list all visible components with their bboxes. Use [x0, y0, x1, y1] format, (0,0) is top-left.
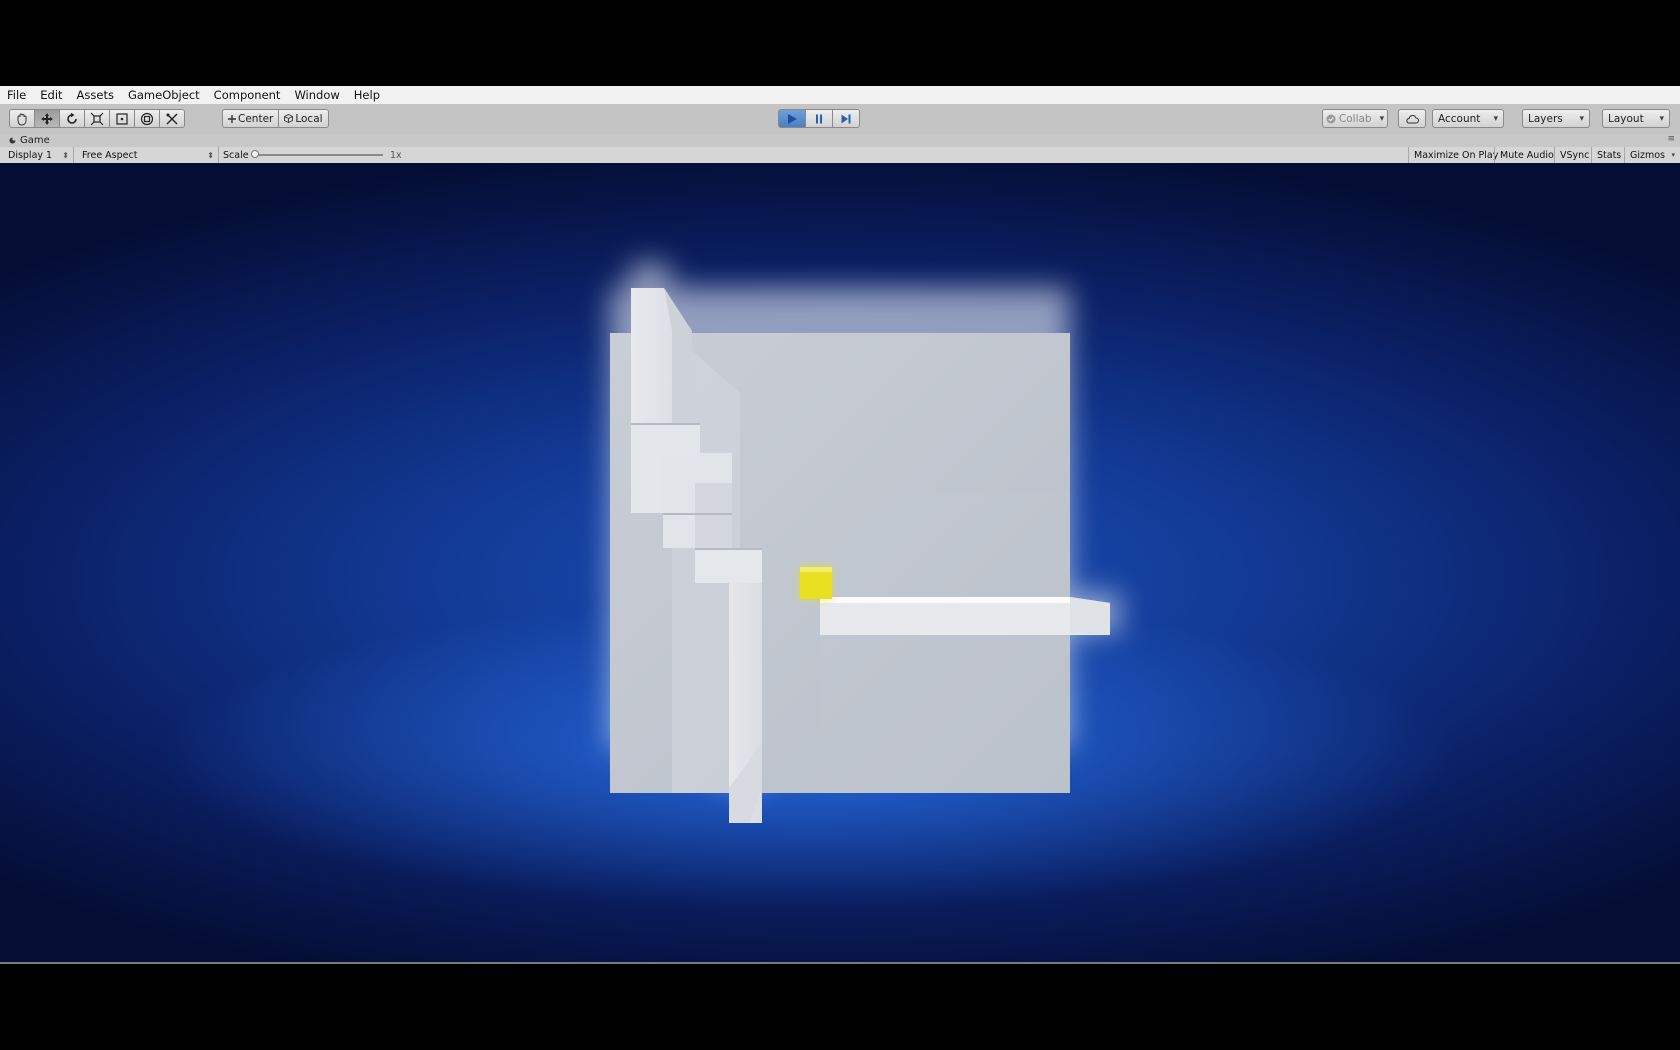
- pause-icon: [813, 113, 825, 125]
- custom-tool-button[interactable]: [159, 109, 185, 128]
- scale-slider-thumb[interactable]: [251, 150, 259, 158]
- pivot-local-label: Local: [295, 112, 323, 125]
- scale-value: 1x: [390, 149, 402, 161]
- local-cube-icon: [284, 114, 294, 123]
- hand-icon: [15, 112, 29, 126]
- gizmos-label: Gizmos: [1630, 149, 1666, 161]
- game-viewport[interactable]: [0, 163, 1680, 962]
- rect-tool-icon: [115, 112, 129, 126]
- layout-dropdown[interactable]: Layout: [1602, 109, 1670, 128]
- cloud-button[interactable]: [1398, 109, 1426, 128]
- menu-window[interactable]: Window: [287, 88, 346, 102]
- viewport-bottom-border: [0, 962, 1680, 964]
- rotate-tool-button[interactable]: [59, 109, 85, 128]
- vsync-label: VSync: [1560, 149, 1590, 161]
- step-icon: [840, 113, 852, 125]
- pivot-center-label: Center: [238, 112, 274, 125]
- display-label: Display 1: [8, 149, 53, 161]
- collab-label: Collab: [1338, 112, 1372, 125]
- layers-group: Layers: [1522, 109, 1590, 128]
- mute-audio-label: Mute Audio: [1500, 149, 1554, 161]
- menu-gameobject[interactable]: GameObject: [121, 88, 207, 102]
- layers-dropdown[interactable]: Layers: [1522, 109, 1590, 128]
- wall-shadow: [820, 493, 1070, 793]
- play-button[interactable]: [778, 109, 806, 128]
- play-icon: [786, 113, 798, 125]
- collab-group: Collab: [1322, 109, 1388, 128]
- pivot-local-button[interactable]: Local: [278, 109, 329, 128]
- menu-file[interactable]: File: [0, 88, 33, 102]
- account-dropdown[interactable]: Account: [1432, 109, 1504, 128]
- move-icon: [40, 112, 54, 126]
- game-scene: [610, 263, 1120, 823]
- view-tab-bar: Game ≡: [0, 134, 1680, 148]
- layout-group: Layout: [1602, 109, 1670, 128]
- playback-controls: [778, 109, 860, 128]
- step-button[interactable]: [832, 109, 860, 128]
- menu-bar: File Edit Assets GameObject Component Wi…: [0, 86, 1680, 105]
- transform-tool-button[interactable]: [134, 109, 160, 128]
- stats-label: Stats: [1597, 149, 1622, 161]
- pivot-center-button[interactable]: Center: [222, 109, 280, 128]
- hand-tool-button[interactable]: [9, 109, 35, 128]
- layout-label: Layout: [1608, 112, 1644, 125]
- rotate-icon: [65, 112, 79, 126]
- player-cube-top: [800, 567, 832, 572]
- gizmos-dropdown[interactable]: Gizmos ▾: [1624, 147, 1680, 163]
- game-tab-icon: [9, 137, 16, 144]
- scale-label: Scale: [223, 149, 249, 161]
- display-dropdown[interactable]: Display 1: [4, 147, 74, 163]
- check-circle-icon: [1326, 114, 1336, 124]
- collab-button[interactable]: Collab: [1322, 109, 1388, 128]
- maximize-on-play-label: Maximize On Play: [1414, 149, 1499, 161]
- move-tool-button[interactable]: [34, 109, 60, 128]
- layers-label: Layers: [1528, 112, 1563, 125]
- tab-game[interactable]: Game: [4, 134, 58, 147]
- mute-audio-toggle[interactable]: Mute Audio: [1494, 147, 1559, 163]
- aspect-label: Free Aspect: [82, 149, 138, 161]
- stats-toggle[interactable]: Stats: [1591, 147, 1626, 163]
- menu-assets[interactable]: Assets: [70, 88, 121, 102]
- cloud-icon: [1405, 114, 1419, 124]
- center-pivot-icon: [228, 114, 236, 123]
- transform-tools: [9, 109, 185, 128]
- tab-menu-icon[interactable]: ≡: [1667, 134, 1675, 144]
- maximize-on-play-toggle[interactable]: Maximize On Play: [1408, 147, 1503, 163]
- transform-icon: [140, 112, 154, 126]
- vsync-toggle[interactable]: VSync: [1554, 147, 1594, 163]
- pivot-toggles: Center Local: [222, 109, 329, 128]
- aspect-dropdown[interactable]: Free Aspect: [78, 147, 219, 163]
- custom-tool-icon: [165, 112, 179, 126]
- ledge-platform: [820, 597, 1110, 635]
- rect-tool-button[interactable]: [109, 109, 135, 128]
- main-toolbar: Center Local Collab ▾ Account ▾ Layers ▾…: [0, 104, 1680, 135]
- pause-button[interactable]: [805, 109, 833, 128]
- game-view-bar: Display 1 Free Aspect Scale 1x Maximize …: [0, 147, 1680, 164]
- cloud-group: [1398, 109, 1426, 128]
- account-group: Account: [1432, 109, 1504, 128]
- menu-edit[interactable]: Edit: [33, 88, 69, 102]
- scale-tool-button[interactable]: [84, 109, 110, 128]
- menu-help[interactable]: Help: [347, 88, 387, 102]
- tab-game-label: Game: [20, 135, 50, 146]
- account-label: Account: [1438, 112, 1481, 125]
- scale-slider-track[interactable]: [255, 154, 383, 156]
- menu-component[interactable]: Component: [207, 88, 288, 102]
- scale-icon: [90, 112, 104, 126]
